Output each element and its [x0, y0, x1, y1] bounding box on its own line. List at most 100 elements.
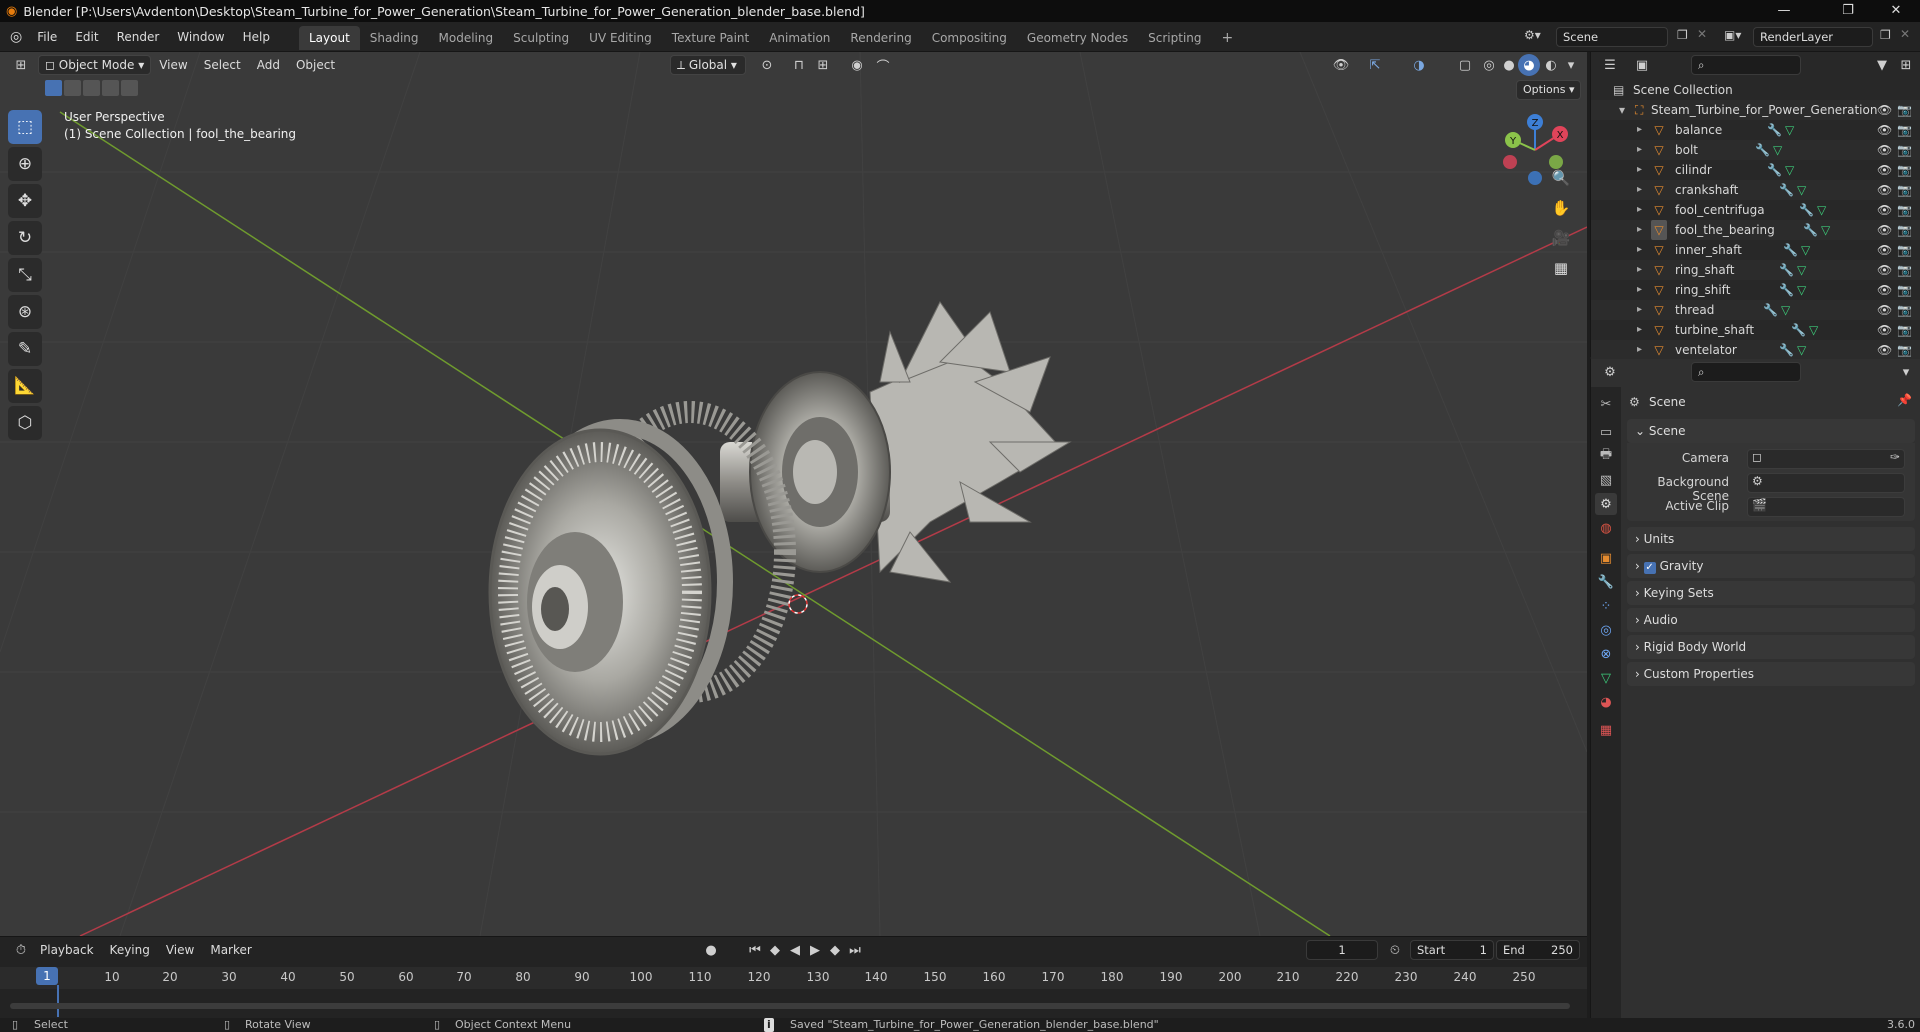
physics-tab-icon[interactable]: ◎ [1595, 619, 1617, 641]
pin-icon[interactable]: 📌 [1897, 393, 1912, 407]
background-scene-field[interactable]: ⚙ [1747, 473, 1905, 493]
add-workspace-button[interactable]: + [1212, 26, 1244, 50]
panel-scene-header[interactable]: ⌄ Scene [1627, 419, 1915, 443]
gravity-checkbox[interactable]: ✓ [1643, 562, 1656, 574]
panel-audio[interactable]: › Audio [1627, 608, 1915, 632]
visibility-eye-icon[interactable]: 👁 [1877, 320, 1892, 340]
visibility-eye-icon[interactable]: 👁 [1877, 340, 1892, 360]
scene-tab-icon[interactable]: ⚙ [1595, 493, 1617, 515]
render-camera-icon[interactable]: 📷 [1897, 180, 1912, 200]
panel-units[interactable]: › Units [1627, 527, 1915, 551]
world-tab-icon[interactable]: ◍ [1595, 517, 1617, 539]
outliner-collection-row[interactable]: ▾ ⛶ Steam_Turbine_for_Power_Generation 👁… [1591, 100, 1920, 120]
select-box-tool[interactable]: ⬚ [8, 110, 42, 144]
visibility-eye-icon[interactable]: 👁 [1877, 220, 1892, 240]
properties-editor-type-icon[interactable]: ⚙ [1599, 361, 1621, 383]
modifier-tab-icon[interactable]: 🔧 [1595, 571, 1617, 593]
scale-tool[interactable]: ⤡ [8, 258, 42, 292]
pan-hand-icon[interactable]: ✋ [1547, 194, 1575, 222]
viewport-menu-object[interactable]: Object [288, 58, 343, 72]
tab-compositing[interactable]: Compositing [922, 26, 1017, 50]
visibility-eye-icon[interactable]: 👁 [1877, 200, 1892, 220]
end-frame-field[interactable]: End 250 [1496, 940, 1580, 960]
outliner-object-row[interactable]: ▸ ▽ crankshaft 🔧 ▽ 👁 📷 [1591, 180, 1920, 200]
add-cube-tool[interactable]: ⬡ [8, 406, 42, 440]
expand-arrow-icon[interactable]: ▸ [1637, 340, 1642, 360]
visibility-eye-icon[interactable]: 👁 [1877, 260, 1892, 280]
render-camera-icon[interactable]: 📷 [1897, 340, 1912, 360]
mode-selector[interactable]: ◻ Object Mode ▾ [38, 55, 152, 75]
data-tab-icon[interactable]: ▽ [1595, 667, 1617, 689]
expand-arrow-icon[interactable]: ▸ [1637, 300, 1642, 320]
annotate-tool[interactable]: ✎ [8, 332, 42, 366]
visibility-eye-icon[interactable]: 👁 [1877, 300, 1892, 320]
render-camera-icon[interactable]: 📷 [1897, 140, 1912, 160]
menu-window[interactable]: Window [168, 22, 233, 52]
tab-uv-editing[interactable]: UV Editing [579, 26, 662, 50]
visibility-eye-icon[interactable]: 👁 [1877, 180, 1892, 200]
outliner-search-input[interactable]: ⌕ [1691, 55, 1801, 75]
scene-type-icon[interactable]: ⚙▾ [1524, 28, 1541, 42]
outliner-object-row[interactable]: ▸ ▽ fool_the_bearing 🔧 ▽ 👁 📷 [1591, 220, 1920, 240]
properties-search-input[interactable]: ⌕ [1691, 362, 1801, 382]
snap-target-icon[interactable]: ⊞ [812, 54, 834, 76]
expand-arrow-icon[interactable]: ▸ [1637, 160, 1642, 180]
visibility-eye-icon[interactable]: 👁 [1877, 160, 1892, 180]
scene-new-icon[interactable]: ❐ [1677, 28, 1688, 42]
render-camera-icon[interactable]: 📷 [1897, 160, 1912, 180]
render-tab-icon[interactable]: ▭ [1595, 421, 1617, 443]
expand-arrow-icon[interactable]: ▸ [1637, 140, 1642, 160]
select-subtract-icon[interactable] [83, 80, 100, 96]
outliner-display-mode-icon[interactable]: ▣ [1631, 54, 1653, 76]
select-intersect-icon[interactable] [121, 80, 138, 96]
rotate-tool[interactable]: ↻ [8, 221, 42, 255]
wireframe-shading-icon[interactable]: ◎ [1478, 54, 1500, 76]
scene-selector[interactable]: Scene [1556, 27, 1668, 47]
viewport-menu-select[interactable]: Select [196, 58, 249, 72]
visibility-eye-icon[interactable]: 👁 [1877, 240, 1892, 260]
scene-remove-icon[interactable]: ✕ [1697, 27, 1707, 41]
select-extend-icon[interactable] [64, 80, 81, 96]
maximize-button[interactable]: ❐ [1826, 0, 1870, 22]
render-camera-icon[interactable]: 📷 [1897, 280, 1912, 300]
outliner-filter-icon[interactable]: ▼ [1871, 54, 1893, 76]
view-layer-tab-icon[interactable]: ▧ [1595, 469, 1617, 491]
viewport-menu-add[interactable]: Add [249, 58, 288, 72]
solid-shading-icon[interactable]: ● [1498, 54, 1520, 76]
proportional-edit-icon[interactable]: ◉ [846, 54, 868, 76]
tab-animation[interactable]: Animation [759, 26, 840, 50]
transform-orientation[interactable]: ⟂ Global ▾ [670, 55, 746, 75]
texture-tab-icon[interactable]: ▦ [1595, 719, 1617, 741]
viewport-menu-view[interactable]: View [151, 58, 195, 72]
measure-tool[interactable]: 📐 [8, 369, 42, 403]
outliner-object-row[interactable]: ▸ ▽ thread 🔧 ▽ 👁 📷 [1591, 300, 1920, 320]
expand-arrow-icon[interactable]: ▸ [1637, 220, 1642, 240]
view-layer-remove-icon[interactable]: ✕ [1900, 27, 1910, 41]
expand-arrow-icon[interactable]: ▸ [1637, 260, 1642, 280]
outliner-object-row[interactable]: ▸ ▽ inner_shaft 🔧 ▽ 👁 📷 [1591, 240, 1920, 260]
collection-render-icon[interactable]: 📷 [1897, 100, 1912, 120]
play-icon[interactable]: ▶ [804, 939, 826, 961]
ortho-grid-icon[interactable]: ▦ [1547, 254, 1575, 282]
outliner-object-row[interactable]: ▸ ▽ turbine_shaft 🔧 ▽ 👁 📷 [1591, 320, 1920, 340]
timeline-ruler[interactable]: 10 20 30 40 50 60 70 80 90 100 110 120 1… [0, 967, 1587, 989]
select-new-icon[interactable] [45, 80, 62, 96]
panel-keying-sets[interactable]: › Keying Sets [1627, 581, 1915, 605]
panel-rigid-body-world[interactable]: › Rigid Body World [1627, 635, 1915, 659]
render-camera-icon[interactable]: 📷 [1897, 220, 1912, 240]
cursor-tool[interactable]: ⊕ [8, 147, 42, 181]
playhead-frame[interactable]: 1 [36, 967, 58, 985]
collection-expand-icon[interactable]: ▾ [1619, 100, 1625, 120]
play-reverse-icon[interactable]: ◀ [784, 939, 806, 961]
eyedropper-icon[interactable]: ✑ [1890, 450, 1900, 464]
tool-tab-icon[interactable]: ✂ [1595, 393, 1617, 415]
render-camera-icon[interactable]: 📷 [1897, 320, 1912, 340]
object-tab-icon[interactable]: ▣ [1595, 547, 1617, 569]
visibility-eye-icon[interactable]: 👁 [1877, 140, 1892, 160]
snap-icon[interactable]: ⊓ [788, 54, 810, 76]
outliner-object-row[interactable]: ▸ ▽ balance 🔧 ▽ 👁 📷 [1591, 120, 1920, 140]
timeline-menu-playback[interactable]: Playback [32, 943, 102, 957]
record-icon[interactable]: ● [700, 939, 722, 961]
menu-help[interactable]: Help [234, 22, 279, 52]
panel-gravity[interactable]: › ✓ Gravity [1627, 554, 1915, 578]
